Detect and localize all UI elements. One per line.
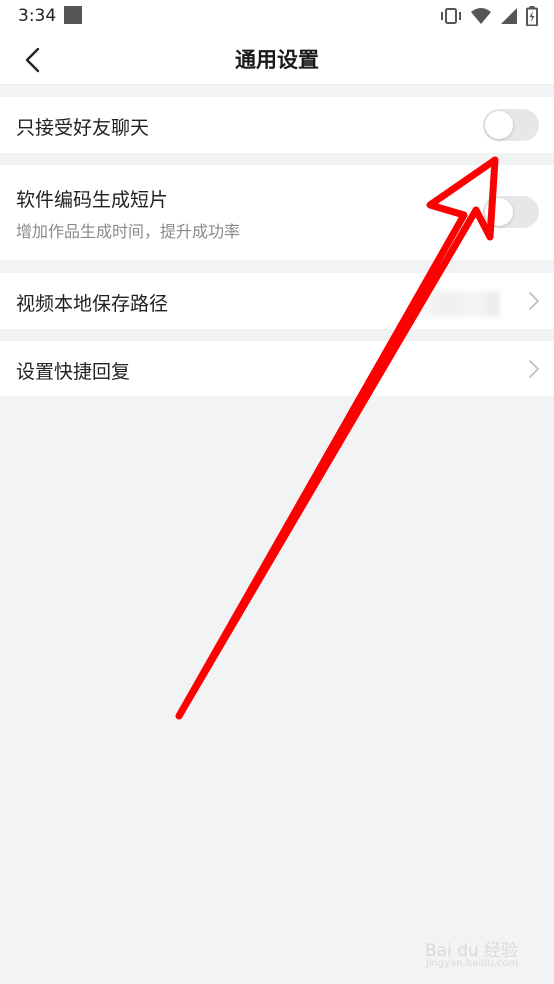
toggle-knob xyxy=(485,111,513,139)
vibrate-icon xyxy=(441,8,461,24)
setting-row-local-save-path[interactable]: 视频本地保存路径 xyxy=(0,273,554,329)
toggle-knob xyxy=(485,198,513,226)
signal-icon xyxy=(501,8,517,24)
setting-label: 软件编码生成短片 xyxy=(16,189,169,211)
friends-only-chat-toggle[interactable] xyxy=(483,109,539,141)
setting-row-friends-only-chat: 只接受好友聊天 xyxy=(0,97,554,153)
setting-label: 只接受好友聊天 xyxy=(16,117,150,139)
setting-row-software-encoding: 软件编码生成短片 增加作品生成时间，提升成功率 xyxy=(0,165,554,260)
battery-icon xyxy=(526,6,538,26)
page-title: 通用设置 xyxy=(235,48,319,72)
notification-icon xyxy=(64,6,82,24)
chevron-right-icon xyxy=(529,360,539,378)
setting-description: 增加作品生成时间，提升成功率 xyxy=(16,222,241,241)
watermark-url: jingyan.baidu.com xyxy=(426,958,519,969)
status-bar: 3:34 xyxy=(0,0,554,34)
setting-label: 视频本地保存路径 xyxy=(16,293,169,315)
chevron-right-icon xyxy=(529,292,539,310)
status-icons xyxy=(440,6,538,26)
top-bar: 通用设置 xyxy=(0,34,554,85)
setting-row-quick-reply[interactable]: 设置快捷回复 xyxy=(0,341,554,396)
setting-label: 设置快捷回复 xyxy=(16,361,131,383)
software-encoding-toggle[interactable] xyxy=(483,196,539,228)
status-time: 3:34 xyxy=(18,6,57,26)
blurred-path-value xyxy=(410,291,500,317)
wifi-icon xyxy=(471,8,491,24)
